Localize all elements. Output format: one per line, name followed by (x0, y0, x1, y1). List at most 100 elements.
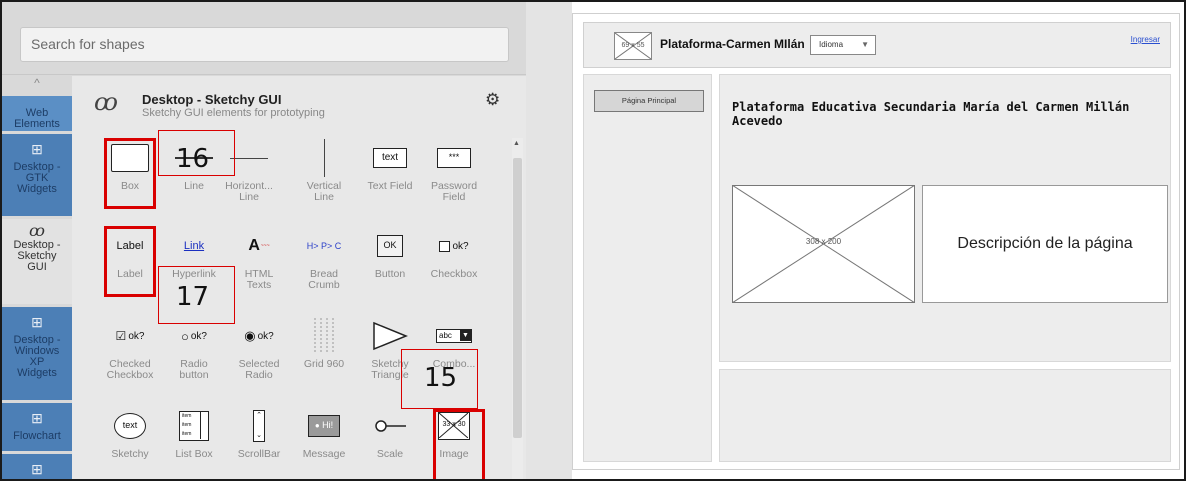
grid-icon: ⊞ (31, 141, 43, 157)
category-label: Web Elements (14, 107, 60, 130)
language-select-value: Idioma (819, 40, 844, 49)
hyperlink-thumbnail: Link (183, 240, 205, 252)
shape-checkbox[interactable]: ok? Checkbox (422, 226, 486, 310)
shape-label: HTML Texts (244, 268, 274, 291)
shape-scrollbar[interactable]: ⌃ ⌄ ScrollBar (227, 406, 291, 479)
shape-label: Sketchy (111, 448, 149, 460)
library-subtitle: Sketchy GUI elements for prototyping (142, 107, 325, 119)
category-label: Desktop - Windows XP Widgets (13, 334, 61, 379)
app-window: Search for shapes ^ Web Elements ⊞ Deskt… (0, 0, 1186, 481)
shape-label: ScrollBar (237, 448, 281, 460)
category-sidebar: ^ Web Elements ⊞ Desktop - GTK Widgets ꝏ… (2, 76, 72, 479)
highlight-label (104, 226, 156, 297)
image-size-label: 308 x 200 (805, 237, 842, 246)
scrollbar-thumb[interactable] (513, 158, 522, 438)
highlight-box (104, 138, 156, 209)
category-flowchart[interactable]: ⊞ Flowchart (2, 403, 72, 451)
annotation-number: 16 (176, 144, 210, 174)
shape-label: List Box (175, 448, 213, 460)
checkbox-thumbnail: ok? (434, 226, 474, 266)
selected-radio-thumbnail: ◉ ok? (244, 328, 274, 343)
shape-label: Grid 960 (303, 358, 345, 370)
highlight-image (433, 409, 485, 479)
login-link[interactable]: Ingresar (1131, 35, 1160, 44)
shape-selected-radio[interactable]: ◉ ok? Selected Radio (227, 316, 291, 400)
shape-label: Vertical Line (306, 180, 342, 203)
password-field-thumbnail: *** (434, 138, 474, 178)
shape-html-texts[interactable]: A ~~~ HTML Texts (227, 226, 291, 310)
mockup-canvas: 69 x 55 Plataforma-Carmen MIlán Idioma ▼… (572, 13, 1180, 470)
html-texts-thumbnail: A ~~~ (248, 237, 270, 254)
shape-label: Bread Crumb (308, 268, 340, 291)
main-title[interactable]: Plataforma Educativa Secundaria María de… (732, 100, 1170, 128)
shape-label: Password Field (430, 180, 478, 203)
category-web-elements[interactable]: Web Elements (2, 96, 72, 131)
shape-list-box[interactable]: item item item List Box (162, 406, 226, 479)
image-placeholder[interactable]: 308 x 200 (732, 185, 915, 303)
page-description[interactable]: Descripción de la página (922, 185, 1168, 303)
shape-button[interactable]: OK Button (358, 226, 422, 310)
shape-text-field[interactable]: text Text Field (358, 138, 422, 222)
shape-label: Checkbox (430, 268, 478, 280)
chevron-up-icon[interactable]: ^ (2, 76, 72, 96)
search-input[interactable]: Search for shapes (20, 27, 509, 62)
shape-label: Message (302, 448, 346, 460)
text-field-thumbnail: text (370, 138, 410, 178)
shape-label: Button (374, 268, 406, 280)
scale-thumbnail (370, 406, 410, 446)
horizontal-line-thumbnail (229, 138, 269, 178)
grid-icon: ⊞ (31, 410, 43, 426)
mockup-footer (719, 369, 1171, 462)
home-page-button[interactable]: Página Principal (594, 90, 704, 112)
shape-label: Horizont... Line (225, 180, 273, 203)
grid-thumbnail (304, 316, 344, 356)
gear-icon[interactable]: ⚙ (485, 90, 500, 110)
scrollbar-thumbnail: ⌃ ⌄ (239, 406, 279, 446)
site-title[interactable]: Plataforma-Carmen MIlán (660, 37, 805, 51)
scrollbar[interactable]: ▲ (512, 138, 523, 479)
breadcrumb-thumbnail: H> P> C (306, 241, 342, 251)
shape-sketchy[interactable]: text Sketchy (98, 406, 162, 479)
vertical-line-thumbnail (304, 138, 344, 178)
library-title: Desktop - Sketchy GUI (142, 92, 282, 107)
language-select[interactable]: Idioma ▼ (810, 35, 876, 55)
shape-vertical-line[interactable]: Vertical Line (292, 138, 356, 222)
logo-placeholder[interactable]: 69 x 55 (614, 32, 652, 60)
category-label: Flowchart (13, 430, 61, 442)
sketchy-logo-icon: ꝏ (29, 221, 45, 240)
sketchy-logo-icon: ꝏ (94, 88, 118, 116)
shape-scale[interactable]: Scale (358, 406, 422, 479)
shape-label: Radio button (179, 358, 209, 381)
message-thumbnail: ● Hi! (304, 406, 344, 446)
shape-grid-960[interactable]: Grid 960 (292, 316, 356, 400)
search-bar: Search for shapes (2, 2, 526, 75)
grid-icon: ⊞ (31, 314, 43, 330)
list-box-thumbnail: item item item (174, 406, 214, 446)
checked-checkbox-thumbnail: ☑ ok? (115, 329, 145, 343)
shape-radio-button[interactable]: ○ ok? Radio button (162, 316, 226, 400)
mockup-header: 69 x 55 Plataforma-Carmen MIlán Idioma ▼… (583, 22, 1171, 68)
shape-label: Text Field (367, 180, 413, 192)
category-label: Desktop - Sketchy GUI (13, 239, 61, 273)
shape-label: Selected Radio (238, 358, 280, 381)
panel-divider[interactable] (526, 2, 572, 479)
scroll-up-icon[interactable]: ▲ (513, 140, 520, 147)
category-gtk-widgets[interactable]: ⊞ Desktop - GTK Widgets (2, 134, 72, 216)
shape-library-panel: Search for shapes ^ Web Elements ⊞ Deskt… (2, 2, 526, 479)
category-sketchy-gui[interactable]: ꝏ Desktop - Sketchy GUI (2, 219, 72, 304)
shape-label: Checked Checkbox (106, 358, 154, 381)
shape-breadcrumb[interactable]: H> P> C Bread Crumb (292, 226, 356, 310)
chevron-down-icon: ▼ (861, 40, 869, 49)
category-windows-xp[interactable]: ⊞ Desktop - Windows XP Widgets (2, 307, 72, 400)
annotation-number: 15 (424, 363, 458, 393)
sketchy-thumbnail: text (110, 406, 150, 446)
shape-message[interactable]: ● Hi! Message (292, 406, 356, 479)
shape-password-field[interactable]: *** Password Field (422, 138, 486, 222)
mockup-main: Plataforma Educativa Secundaria María de… (719, 74, 1171, 362)
shape-checked-checkbox[interactable]: ☑ ok? Checked Checkbox (98, 316, 162, 400)
shapes-area: ꝏ Desktop - Sketchy GUI Sketchy GUI elem… (72, 76, 526, 479)
category-more[interactable]: ⊞ (2, 454, 72, 479)
logo-size-label: 69 x 55 (621, 42, 645, 49)
grid-icon: ⊞ (31, 461, 43, 477)
shape-label: Scale (376, 448, 404, 460)
